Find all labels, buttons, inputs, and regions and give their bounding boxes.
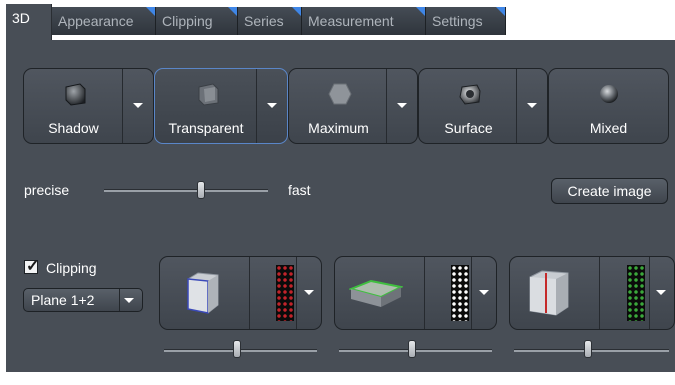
- render-mode-mixed-button[interactable]: Mixed: [548, 68, 669, 144]
- clipping-checkbox[interactable]: ✓: [24, 258, 39, 275]
- render-mode-transparent-button[interactable]: Transparent: [154, 68, 288, 144]
- chevron-down-icon[interactable]: [656, 290, 666, 295]
- plane-select[interactable]: Plane 1+2: [23, 288, 143, 312]
- tab-label: 3D: [12, 10, 30, 26]
- clip-pattern-red-icon: [276, 265, 294, 321]
- chevron-down-icon: [133, 103, 143, 108]
- surface-dropdown-button[interactable]: [516, 69, 547, 143]
- create-image-button[interactable]: Create image: [551, 178, 668, 204]
- maximum-hexagon-icon: [328, 83, 352, 105]
- tab-bar: 3D Appearance Clipping Series Measuremen…: [0, 0, 675, 40]
- clip-button-divider: [599, 257, 600, 329]
- tab-corner-icon: [496, 7, 505, 16]
- clip-plane-2-button[interactable]: [334, 256, 497, 330]
- render-mode-label: Surface: [444, 120, 493, 136]
- chevron-down-icon: [267, 103, 277, 108]
- clip-pattern-green-icon: [627, 265, 645, 321]
- tab-label: Measurement: [308, 13, 394, 29]
- tab-clipping[interactable]: Clipping: [156, 7, 238, 35]
- render-mode-surface-button[interactable]: Surface: [418, 68, 548, 144]
- clip-plane-3-slider-thumb[interactable]: [584, 340, 593, 358]
- chevron-down-icon: [124, 298, 134, 303]
- clip-button-divider: [471, 257, 472, 329]
- clip-plane-1-button[interactable]: [159, 256, 322, 330]
- render-mode-label: Maximum: [308, 120, 369, 136]
- clip-button-divider: [296, 257, 297, 329]
- tab-label: Series: [244, 13, 284, 29]
- render-mode-shadow-button[interactable]: Shadow: [23, 68, 154, 144]
- clip-plane-1-slider-thumb[interactable]: [233, 340, 242, 358]
- tab-settings[interactable]: Settings: [426, 7, 506, 35]
- chevron-down-icon: [397, 103, 407, 108]
- tab-corner-icon: [292, 7, 301, 16]
- clipping-checkbox-label: Clipping: [46, 260, 97, 276]
- render-mode-label: Shadow: [48, 120, 99, 136]
- clip-button-divider: [424, 257, 425, 329]
- quality-slider-thumb[interactable]: [196, 181, 205, 199]
- chevron-down-icon[interactable]: [479, 290, 489, 295]
- tab-label: Appearance: [58, 13, 134, 29]
- clip-button-divider: [249, 257, 250, 329]
- clip-button-divider: [649, 257, 650, 329]
- clip-pattern-white-icon: [451, 265, 469, 321]
- shadow-cube-icon: [65, 83, 86, 106]
- render-mode-label: Transparent: [168, 120, 244, 136]
- plane-select-value: Plane 1+2: [31, 292, 95, 308]
- render-mode-maximum-button[interactable]: Maximum: [288, 68, 418, 144]
- quality-precise-label: precise: [24, 182, 70, 198]
- transparent-dropdown-button[interactable]: [256, 69, 287, 143]
- mixed-sphere-icon: [600, 85, 618, 103]
- plane-select-divider: [119, 289, 120, 311]
- viewer-3d-panel: 3D Appearance Clipping Series Measuremen…: [0, 0, 675, 385]
- clip-plane-2-slider-thumb[interactable]: [408, 340, 417, 358]
- clip-cube-front-icon: [187, 272, 219, 314]
- tab-corner-icon: [228, 7, 237, 16]
- tab-label: Clipping: [162, 13, 213, 29]
- chevron-down-icon: [527, 103, 537, 108]
- tab-label: Settings: [432, 13, 483, 29]
- tab-appearance[interactable]: Appearance: [52, 7, 156, 35]
- quality-fast-label: fast: [288, 182, 311, 198]
- clip-cube-red-plane-icon: [529, 270, 569, 316]
- tab-corner-icon: [146, 7, 155, 16]
- render-mode-label: Mixed: [589, 120, 628, 136]
- clip-slab-green-icon: [349, 279, 403, 307]
- chevron-down-icon[interactable]: [304, 290, 314, 295]
- surface-object-icon: [459, 84, 481, 105]
- shadow-dropdown-button[interactable]: [122, 69, 153, 143]
- tab-3d[interactable]: 3D: [6, 4, 52, 40]
- quality-slider-track[interactable]: [104, 189, 268, 192]
- transparent-cube-icon: [198, 83, 219, 106]
- maximum-dropdown-button[interactable]: [386, 69, 417, 143]
- tab-corner-icon: [416, 7, 425, 16]
- checkmark-icon: ✓: [26, 258, 40, 275]
- tab-measurement[interactable]: Measurement: [302, 7, 426, 35]
- clip-plane-3-button[interactable]: [509, 256, 675, 330]
- settings-panel: Shadow Transparent Maximum Surface Mixed…: [6, 40, 675, 372]
- tab-series[interactable]: Series: [238, 7, 302, 35]
